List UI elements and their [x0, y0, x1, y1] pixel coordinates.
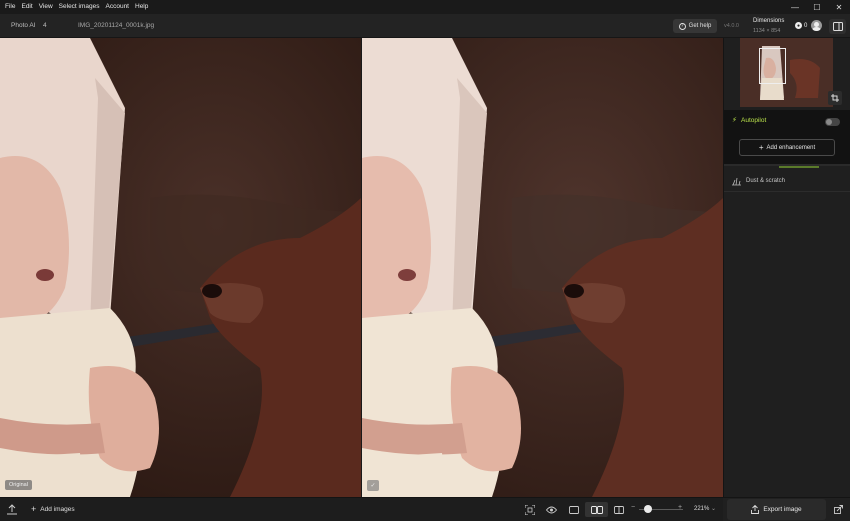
app-name: Photo AI	[11, 22, 36, 29]
single-view-button[interactable]	[566, 502, 581, 517]
original-photo	[0, 38, 361, 497]
export-settings-icon	[834, 505, 843, 514]
credits-indicator[interactable]: ● 0	[795, 22, 807, 29]
menu-account[interactable]: Account	[103, 0, 133, 14]
export-area: Export image	[723, 497, 850, 521]
side-panel: ⚡ Autopilot + Add enhancement Dust & scr…	[723, 38, 850, 497]
bolt-icon: ⚡	[732, 117, 737, 124]
zoom-level[interactable]: 221%	[694, 506, 709, 512]
dust-scratch-item[interactable]: Dust & scratch	[724, 172, 850, 192]
app-header: Photo AI 4 IMG_20201124_0001k.jpg ? Get …	[0, 14, 850, 38]
help-icon: ?	[678, 22, 686, 30]
add-enhancement-button[interactable]: + Add enhancement	[739, 139, 835, 156]
zoom-slider-handle[interactable]	[644, 505, 652, 513]
original-tag: Original	[5, 480, 32, 490]
close-button[interactable]: ✕	[828, 0, 850, 14]
crop-button[interactable]	[828, 91, 842, 105]
image-canvas[interactable]: Original ✓	[0, 38, 723, 497]
crop-icon	[831, 94, 839, 102]
credits-count: 0	[804, 22, 808, 29]
menu-select-images[interactable]: Select images	[56, 0, 103, 14]
original-photo-image	[0, 38, 361, 497]
dust-scratch-icon	[732, 178, 741, 186]
get-help-button[interactable]: ? Get help	[673, 19, 717, 33]
split-view-icon	[613, 505, 624, 514]
menu-file[interactable]: File	[0, 0, 18, 14]
autopilot-label: Autopilot	[741, 117, 767, 124]
menu-edit[interactable]: Edit	[18, 0, 35, 14]
export-image-label: Export image	[763, 506, 802, 513]
navigator-thumbnail-image	[740, 38, 833, 107]
dimensions-label: Dimensions	[753, 18, 785, 24]
export-settings-button[interactable]	[830, 501, 847, 518]
bottom-toolbar: + Add images − + 221% ⌄	[0, 497, 723, 521]
plus-icon: +	[758, 143, 764, 152]
active-indicator	[779, 166, 819, 168]
upload-icon	[7, 504, 17, 515]
plus-icon: +	[31, 504, 37, 514]
menu-help[interactable]: Help	[132, 0, 151, 14]
export-icon	[751, 505, 760, 514]
chevron-down-icon[interactable]: ⌄	[711, 505, 716, 512]
maximize-button[interactable]: ☐	[806, 0, 828, 14]
zoom-in-button[interactable]: +	[678, 504, 682, 511]
app-version: v4.0.0	[724, 23, 739, 29]
fit-screen-icon	[524, 504, 535, 515]
side-by-side-view-button[interactable]	[585, 502, 608, 517]
dimensions-value: 1134 × 854	[753, 28, 781, 34]
check-icon: ✓	[367, 480, 379, 491]
menubar: File Edit View Select images Account Hel…	[0, 0, 850, 14]
autopilot-toggle[interactable]	[825, 118, 840, 126]
user-avatar[interactable]	[811, 20, 822, 31]
image-count[interactable]: 4	[43, 22, 47, 29]
autopilot-section: ⚡ Autopilot + Add enhancement	[724, 110, 850, 166]
dust-scratch-label: Dust & scratch	[746, 178, 786, 184]
navigator-viewport-frame[interactable]	[759, 48, 786, 84]
enhanced-photo-image	[362, 38, 723, 497]
get-help-label: Get help	[688, 23, 712, 29]
single-view-icon	[568, 505, 579, 514]
add-images-label: Add images	[40, 505, 75, 513]
sidebar-panel-icon	[832, 22, 843, 31]
zoom-out-button[interactable]: −	[631, 504, 635, 511]
add-images-button[interactable]: + Add images	[31, 504, 75, 514]
navigator-thumbnail[interactable]	[740, 38, 833, 107]
split-view-button[interactable]	[611, 502, 626, 517]
menu-view[interactable]: View	[36, 0, 56, 14]
window-controls: — ☐ ✕	[784, 0, 850, 14]
toggle-panel-button[interactable]	[829, 19, 846, 34]
credits-icon: ●	[795, 22, 802, 29]
fit-screen-button[interactable]	[522, 502, 537, 517]
enhanced-photo	[362, 38, 723, 497]
minimize-button[interactable]: —	[784, 0, 806, 14]
file-name: IMG_20201124_0001k.jpg	[78, 22, 155, 29]
side-by-side-icon	[590, 505, 603, 514]
preview-button[interactable]	[544, 502, 559, 517]
eye-icon	[546, 506, 557, 513]
add-enhancement-label: Add enhancement	[766, 144, 816, 151]
export-image-button[interactable]: Export image	[727, 499, 826, 520]
